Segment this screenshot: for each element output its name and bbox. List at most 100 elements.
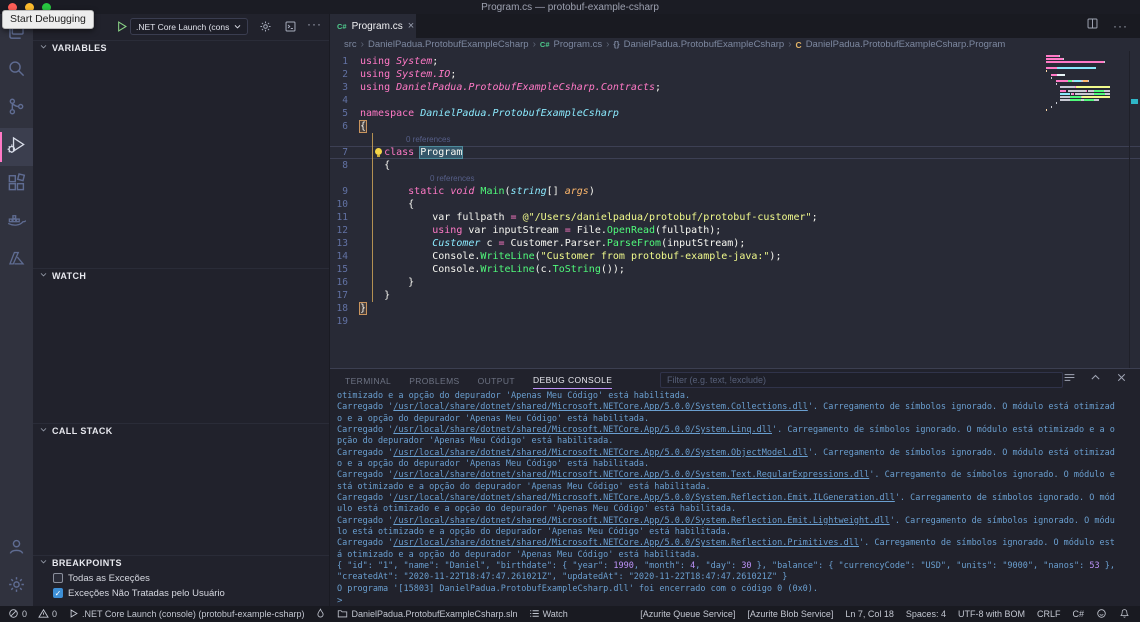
status-item-c[interactable]: C# (1072, 609, 1084, 619)
lightbulb-icon[interactable] (375, 148, 383, 157)
status-item-ln-7-col-18[interactable]: Ln 7, Col 18 (845, 609, 894, 619)
more-actions-icon[interactable]: ··· (307, 17, 322, 31)
debug-console-filter-input[interactable] (660, 372, 1063, 388)
status-item-azurite-blob-service[interactable]: [Azurite Blob Service] (747, 609, 833, 619)
code-line[interactable]: 11 var fullpath = @"/Users/danielpadua/p… (330, 211, 1140, 224)
codelens-row: 0 references (330, 172, 1140, 185)
code-text: using var inputStream = File.OpenRead(fu… (360, 224, 721, 237)
status-item-azurite-queue-service[interactable]: [Azurite Queue Service] (640, 609, 735, 619)
activity-item-docker[interactable] (0, 204, 33, 242)
code-line[interactable]: 5namespace DanielPadua.ProtobufExampleCs… (330, 107, 1140, 120)
line-number: 10 (330, 198, 360, 211)
code-line[interactable]: 2using System.IO; (330, 68, 1140, 81)
code-editor[interactable]: 1using System;2using System.IO;3using Da… (330, 51, 1140, 368)
status-item-danielpadua-protobufexamplecsharp-sln[interactable]: DanielPadua.ProtobufExampleCsharp.sln (337, 608, 517, 621)
breadcrumb-item[interactable]: DanielPadua.ProtobufExampleCsharp (624, 39, 785, 50)
panel-tab-problems[interactable]: PROBLEMS (409, 372, 459, 389)
code-text: Console.WriteLine("Customer from protobu… (360, 250, 781, 263)
activity-item-account[interactable] (0, 530, 33, 568)
status-item[interactable] (315, 608, 326, 621)
code-line[interactable]: 3using DanielPadua.ProtobufExampleCsharp… (330, 81, 1140, 94)
close-tab-icon[interactable]: × (408, 20, 414, 32)
close-panel-icon[interactable] (1115, 371, 1128, 389)
breadcrumb-item[interactable]: src (344, 39, 357, 50)
status-item-spaces-4[interactable]: Spaces: 4 (906, 609, 946, 619)
code-line[interactable]: 7 class Program (330, 146, 1140, 159)
breadcrumb-item[interactable]: DanielPadua.ProtobufExampleCsharp (368, 39, 529, 50)
line-number: 11 (330, 211, 360, 224)
dll-link[interactable]: /usr/local/share/dotnet/shared/Microsoft… (393, 538, 859, 548)
code-line[interactable]: 13 Customer c = Customer.Parser.ParseFro… (330, 237, 1140, 250)
section-header-call-stack[interactable]: CALL STACK (33, 423, 329, 437)
dll-link[interactable]: /usr/local/share/dotnet/shared/Microsoft… (393, 516, 889, 526)
status-item-utf-8-with-bom[interactable]: UTF-8 with BOM (958, 609, 1025, 619)
split-editor-icon[interactable] (1086, 17, 1099, 35)
breakpoint-checkbox[interactable] (53, 573, 63, 583)
code-line[interactable]: 1using System; (330, 55, 1140, 68)
code-line[interactable]: 18} (330, 302, 1140, 315)
debug-console-input[interactable]: > (330, 595, 1140, 606)
section-header-variables[interactable]: VARIABLES (33, 40, 329, 54)
debug-console-output[interactable]: otimizado e a opção do depurador 'Apenas… (330, 391, 1140, 595)
code-line[interactable]: 19 (330, 315, 1140, 328)
dll-link[interactable]: /usr/local/share/dotnet/shared/Microsoft… (393, 493, 895, 503)
panel-tab-output[interactable]: OUTPUT (478, 372, 515, 389)
dll-link[interactable]: /usr/local/share/dotnet/shared/Microsoft… (393, 470, 869, 480)
breakpoint-item[interactable]: ✓Exceções Não Tratadas pelo Usuário (33, 586, 329, 600)
code-line[interactable]: 6{ (330, 120, 1140, 133)
code-line[interactable]: 14 Console.WriteLine("Customer from prot… (330, 250, 1140, 263)
dll-link[interactable]: /usr/local/share/dotnet/shared/Microsoft… (393, 448, 808, 458)
code-line[interactable]: 16 } (330, 276, 1140, 289)
code-line[interactable]: 4 (330, 94, 1140, 107)
breadcrumb-separator: › (533, 39, 536, 50)
code-text: using System; (360, 55, 438, 68)
code-line[interactable]: 17 } (330, 289, 1140, 302)
code-text: } (360, 302, 366, 315)
editor-more-actions-icon[interactable]: ··· (1113, 19, 1128, 33)
code-line[interactable]: 9 static void Main(string[] args) (330, 185, 1140, 198)
dll-link[interactable]: /usr/local/share/dotnet/shared/Microsoft… (393, 402, 808, 412)
start-debugging-button[interactable] (115, 20, 128, 35)
launch-configuration-dropdown[interactable]: .NET Core Launch (console) (130, 18, 248, 35)
panel-tab-debug-console[interactable]: DEBUG CONSOLE (533, 371, 612, 389)
activity-item-extensions[interactable] (0, 166, 33, 204)
breadcrumb-item[interactable]: DanielPadua.ProtobufExampleCsharp.Progra… (806, 39, 1006, 50)
section-header-watch[interactable]: WATCH (33, 268, 329, 282)
code-line[interactable]: 8 { (330, 159, 1140, 172)
open-debug-console-icon[interactable] (284, 20, 297, 35)
activity-item-azure[interactable] (0, 242, 33, 280)
line-number: 9 (330, 185, 360, 198)
activity-item-search[interactable] (0, 52, 33, 90)
status-item[interactable] (1096, 608, 1107, 621)
code-line[interactable]: 12 using var inputStream = File.OpenRead… (330, 224, 1140, 237)
activity-item-source-control[interactable] (0, 90, 33, 128)
activity-item-settings[interactable] (0, 568, 33, 606)
code-text: } (360, 276, 414, 289)
codelens-references[interactable]: 0 references (330, 172, 474, 185)
console-line: pção do depurador 'Apenas Meu Código' es… (337, 436, 1140, 447)
codelens-row: 0 references (330, 133, 1140, 146)
codelens-references[interactable]: 0 references (330, 133, 450, 146)
status-item-watch[interactable]: Watch (529, 608, 568, 621)
dll-link[interactable]: /usr/local/share/dotnet/shared/Microsoft… (393, 425, 772, 435)
status-item[interactable] (1119, 608, 1130, 621)
panel-tab-terminal[interactable]: TERMINAL (345, 372, 391, 389)
status-item-0[interactable]: 0 (38, 608, 57, 621)
breakpoint-checkbox[interactable]: ✓ (53, 588, 63, 598)
status-item-0[interactable]: 0 (8, 608, 27, 621)
overview-ruler-selection-mark (1131, 99, 1138, 104)
configure-gear-icon[interactable] (259, 20, 272, 35)
breakpoint-item[interactable]: Todas as Exceções (33, 571, 329, 585)
section-header-breakpoints[interactable]: BREAKPOINTS (33, 555, 329, 569)
code-line[interactable]: 15 Console.WriteLine(c.ToString()); (330, 263, 1140, 276)
status-item-crlf[interactable]: CRLF (1037, 609, 1061, 619)
tab-program-cs[interactable]: C# Program.cs × (330, 14, 416, 38)
breadcrumb-item[interactable]: Program.cs (554, 39, 603, 50)
account-icon (7, 537, 26, 561)
code-line[interactable]: 10 { (330, 198, 1140, 211)
status-item-net-core-launch-console-protobuf-example-csharp[interactable]: .NET Core Launch (console) (protobuf-exa… (68, 608, 304, 621)
maximize-panel-icon[interactable] (1089, 371, 1102, 389)
minimap[interactable] (1046, 54, 1110, 115)
word-wrap-icon[interactable] (1063, 371, 1076, 389)
activity-item-run-and-debug[interactable] (0, 128, 33, 166)
